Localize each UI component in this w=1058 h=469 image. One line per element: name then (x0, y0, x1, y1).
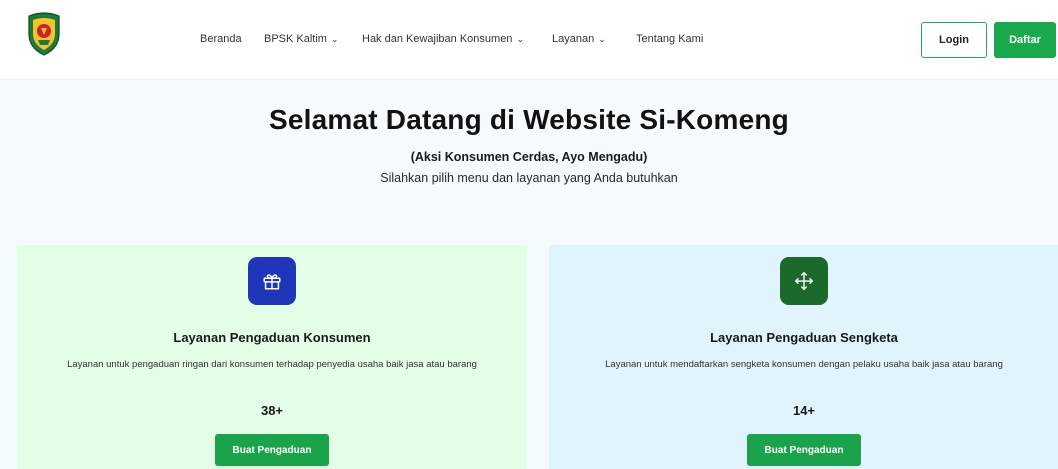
complaint-count: 38+ (260, 403, 284, 418)
hero-subtitle: (Aksi Konsumen Cerdas, Ayo Mengadu) (410, 150, 648, 164)
service-card-konsumen: Layanan Pengaduan Konsumen Layanan untuk… (17, 245, 527, 469)
main-nav: Beranda BPSK Kaltim ⌄ Hak dan Kewajiban … (200, 33, 703, 45)
hero-section: Selamat Datang di Website Si-Komeng (Aks… (0, 104, 1058, 185)
nav-item-label: Hak dan Kewajiban Konsumen (362, 33, 513, 45)
nav-item-label: Beranda (200, 33, 242, 45)
register-button[interactable]: Daftar (994, 22, 1056, 58)
chevron-down-icon: ⌄ (330, 33, 339, 44)
page-title: Selamat Datang di Website Si-Komeng (269, 104, 789, 135)
nav-item-tentang-kami[interactable]: Tentang Kami (636, 33, 703, 45)
move-arrows-icon (780, 257, 828, 305)
hero-description: Silahkan pilih menu dan layanan yang And… (380, 171, 678, 185)
nav-item-label: Tentang Kami (636, 33, 704, 45)
nav-item-label: BPSK Kaltim (264, 33, 327, 45)
nav-item-label: Layanan (552, 33, 595, 45)
nav-item-bpsk-kaltim[interactable]: BPSK Kaltim ⌄ (264, 33, 362, 45)
login-button[interactable]: Login (921, 22, 987, 58)
navbar: Beranda BPSK Kaltim ⌄ Hak dan Kewajiban … (0, 0, 1058, 80)
button-label: Buat Pengaduan (232, 444, 312, 456)
card-description: Layanan untuk mendaftarkan sengketa kons… (605, 359, 1003, 370)
button-label: Buat Pengaduan (764, 444, 844, 456)
card-description: Layanan untuk pengaduan ringan dari kons… (67, 359, 477, 370)
dispute-count: 14+ (792, 403, 816, 418)
nav-item-beranda[interactable]: Beranda (200, 33, 264, 45)
nav-item-hak-kewajiban[interactable]: Hak dan Kewajiban Konsumen ⌄ (362, 33, 552, 45)
create-complaint-button[interactable]: Buat Pengaduan (215, 434, 329, 466)
chevron-down-icon: ⌄ (598, 33, 606, 44)
register-button-label: Daftar (1009, 34, 1041, 46)
nav-item-layanan[interactable]: Layanan ⌄ (552, 33, 636, 45)
gift-icon (248, 257, 296, 305)
regional-emblem-icon[interactable] (26, 12, 62, 56)
login-button-label: Login (939, 34, 969, 46)
create-dispute-button[interactable]: Buat Pengaduan (747, 434, 861, 466)
service-card-sengketa: Layanan Pengaduan Sengketa Layanan untuk… (549, 245, 1058, 469)
chevron-down-icon: ⌄ (516, 33, 524, 44)
card-title: Layanan Pengaduan Sengketa (710, 330, 898, 345)
card-title: Layanan Pengaduan Konsumen (173, 330, 371, 345)
